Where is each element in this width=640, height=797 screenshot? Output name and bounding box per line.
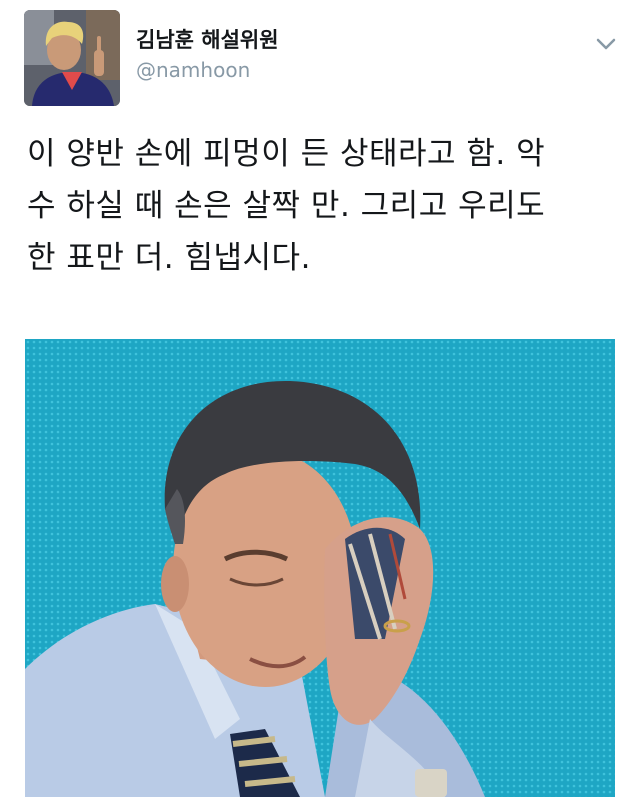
tweet-text: 이 양반 손에 피멍이 든 상태라고 함. 악 수 하실 때 손은 살짝 만. … — [27, 136, 546, 276]
user-handle[interactable]: @namhoon — [136, 58, 250, 82]
avatar-photo — [24, 10, 120, 106]
photo-image — [25, 339, 615, 797]
tweet-photo[interactable] — [25, 339, 615, 797]
chevron-down-icon[interactable] — [592, 30, 620, 58]
tweet-header: 김남훈 해설위원 @namhoon — [0, 0, 640, 120]
display-name[interactable]: 김남훈 해설위원 — [136, 24, 279, 54]
avatar[interactable] — [24, 10, 120, 106]
